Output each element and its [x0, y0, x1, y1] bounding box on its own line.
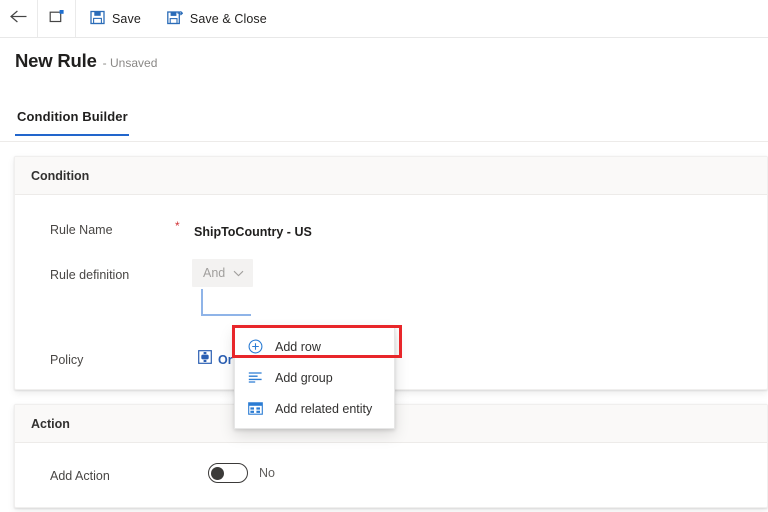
- policy-entity-chip[interactable]: Or: [198, 350, 233, 369]
- menu-item-add-group[interactable]: Add group: [235, 362, 394, 393]
- policy-label-wrap: Policy: [50, 353, 83, 367]
- add-action-toggle[interactable]: [208, 463, 248, 483]
- circle-plus-icon: [247, 339, 264, 354]
- policy-entity-label: Or: [218, 352, 233, 367]
- page-title-area: New Rule - Unsaved: [15, 50, 157, 72]
- open-in-new-window-button[interactable]: [38, 0, 76, 37]
- group-lines-icon: [247, 371, 264, 384]
- chevron-down-icon: [233, 264, 244, 282]
- tab-divider: [0, 141, 768, 142]
- save-and-close-button-label: Save & Close: [189, 11, 267, 26]
- action-card-title: Action: [31, 416, 70, 431]
- rule-name-label-wrap: Rule Name: [50, 223, 113, 237]
- rule-name-value: ShipToCountry - US: [194, 225, 312, 239]
- back-button[interactable]: [0, 0, 38, 37]
- app-root: Save Save & Close New Rule - Unsaved Con…: [0, 0, 768, 512]
- toggle-knob: [211, 466, 224, 480]
- menu-item-add-row[interactable]: Add row: [235, 331, 394, 362]
- rule-name-value-wrap[interactable]: ShipToCountry - US: [194, 225, 312, 239]
- rule-definition-operator-wrap: And: [192, 259, 254, 287]
- add-action-toggle-state: No: [259, 466, 275, 480]
- policy-value-wrap[interactable]: Or: [198, 350, 233, 369]
- condition-card-header: Condition: [15, 157, 767, 195]
- policy-label: Policy: [50, 353, 84, 367]
- save-and-close-button[interactable]: Save & Close: [152, 0, 279, 37]
- add-dropdown-menu: Add row Add group Add related entity: [234, 326, 395, 429]
- add-action-label: Add Action: [50, 469, 110, 483]
- rule-definition-label-wrap: Rule definition: [50, 268, 129, 282]
- page-status: - Unsaved: [102, 56, 158, 70]
- save-and-close-floppy-icon: [167, 10, 184, 28]
- rule-name-label: Rule Name: [50, 223, 113, 237]
- rule-definition-label: Rule definition: [50, 268, 130, 282]
- open-in-new-window-icon: [49, 9, 65, 29]
- condition-card-title: Condition: [31, 168, 90, 183]
- menu-item-add-group-label: Add group: [275, 370, 333, 385]
- operator-dropdown-value: And: [203, 266, 226, 280]
- add-action-toggle-wrap: No: [208, 463, 275, 483]
- command-bar: Save Save & Close: [0, 0, 768, 38]
- page-title: New Rule: [15, 50, 97, 71]
- add-action-label-wrap: Add Action: [50, 469, 110, 483]
- tree-connector-line: [201, 289, 251, 316]
- operator-dropdown[interactable]: And: [192, 259, 254, 287]
- tab-condition-builder-label: Condition Builder: [17, 109, 128, 124]
- save-floppy-icon: [90, 10, 105, 28]
- menu-item-add-related-entity-label: Add related entity: [275, 401, 373, 416]
- entity-icon: [198, 350, 212, 369]
- save-button-label: Save: [112, 11, 141, 26]
- menu-item-add-related-entity[interactable]: Add related entity: [235, 393, 394, 424]
- rule-name-required-marker-wrap: *: [175, 219, 180, 233]
- arrow-left-icon: [9, 9, 28, 29]
- tab-strip: Condition Builder: [15, 108, 135, 136]
- tab-condition-builder[interactable]: Condition Builder: [15, 108, 135, 136]
- related-entity-grid-icon: [247, 402, 264, 415]
- save-button[interactable]: Save: [76, 0, 153, 37]
- rule-name-required-marker: *: [175, 219, 180, 233]
- menu-item-add-row-label: Add row: [275, 339, 321, 354]
